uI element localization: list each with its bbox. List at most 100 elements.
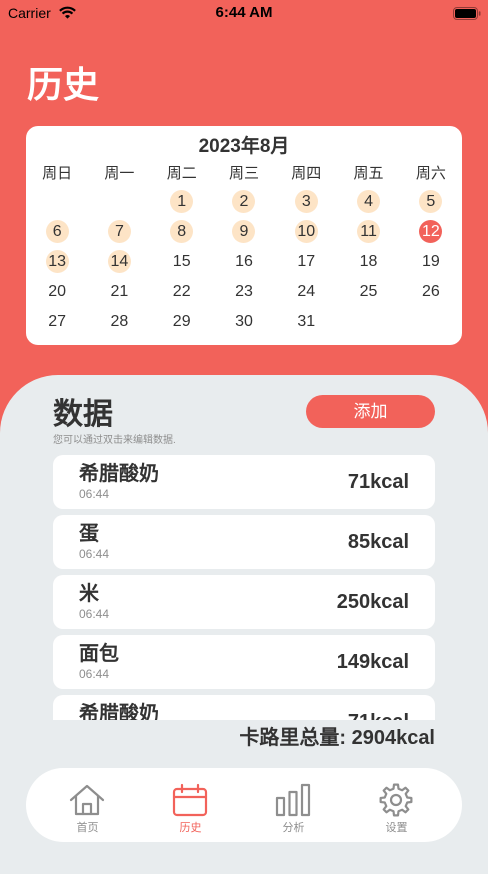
calendar-day-number: 15 — [172, 252, 191, 270]
calendar-card: 2023年8月 周日 周一 周二 周三 周四 周五 周六 1 2 3 4 5 6 7 8 9 10 11 12 13… — [26, 126, 462, 345]
calendar-day-9[interactable]: 9 — [213, 216, 275, 246]
add-entry-button[interactable]: 添加 — [306, 395, 435, 428]
food-entry-row[interactable]: 面包 06:44 149kcal — [53, 635, 435, 689]
entry-time: 06:44 — [79, 667, 110, 681]
app-screen: Carrier 6:44 AM 历史 2023年8月 周日 周一 周二 周三 周四 周五周… — [0, 0, 488, 874]
calorie-total: 卡路里总量: 2904kcal — [239, 727, 435, 749]
calendar-day-number: 28 — [110, 312, 129, 330]
calendar-day-number: 21 — [110, 282, 129, 300]
calendar-empty-cell — [337, 306, 399, 336]
calendar-day-6[interactable]: 6 — [26, 216, 88, 246]
gear-icon — [377, 783, 415, 817]
carrier-label: Carrier — [8, 5, 51, 21]
calendar-day-number: 24 — [297, 282, 316, 300]
weekday-label: 周六 — [415, 165, 446, 182]
calendar-day-number: 19 — [421, 252, 440, 270]
calendar-day-30[interactable]: 30 — [213, 306, 275, 336]
calendar-day-8[interactable]: 8 — [151, 216, 213, 246]
food-entry-row[interactable]: 希腊酸奶 06:44 71kcal — [53, 455, 435, 509]
calendar-day-number: 9 — [232, 219, 256, 243]
calendar-day-7[interactable]: 7 — [88, 216, 150, 246]
calendar-day-number: 31 — [297, 312, 316, 330]
entry-time: 06:44 — [79, 607, 110, 621]
calendar-day-number: 22 — [172, 282, 191, 300]
calendar-day-20[interactable]: 20 — [26, 276, 88, 306]
calendar-day-number: 8 — [170, 219, 194, 243]
calendar-day-27[interactable]: 27 — [26, 306, 88, 336]
calendar-day-12[interactable]: 12 — [400, 216, 462, 246]
bar-chart-icon — [274, 783, 312, 817]
calendar-day-15[interactable]: 15 — [151, 246, 213, 276]
calendar-empty-cell — [26, 186, 88, 216]
entry-calories: 85kcal — [347, 531, 409, 553]
calendar-day-number: 4 — [357, 189, 381, 213]
calendar-day-number: 29 — [172, 312, 191, 330]
calendar-day-22[interactable]: 22 — [151, 276, 213, 306]
calendar-day-25[interactable]: 25 — [337, 276, 399, 306]
calendar-day-2[interactable]: 2 — [213, 186, 275, 216]
tab-label: 设置 — [385, 822, 408, 834]
tab-label: 历史 — [179, 822, 202, 834]
calendar-empty-cell — [88, 186, 150, 216]
weekday-label: 周五 — [353, 165, 384, 182]
food-entry-row[interactable]: 蛋 06:44 85kcal — [53, 515, 435, 569]
battery-icon — [453, 7, 481, 20]
weekday-label: 周一 — [104, 165, 135, 182]
entry-calories: 71kcal — [347, 471, 409, 493]
food-entry-list[interactable]: 希腊酸奶 06:44 71kcal 蛋 06:44 85kcal 米 06:44 250kcal… — [53, 455, 435, 720]
calendar-day-11[interactable]: 11 — [337, 216, 399, 246]
entry-time: 06:44 — [79, 487, 110, 501]
calendar-day-18[interactable]: 18 — [337, 246, 399, 276]
food-entry-row[interactable]: 希腊酸奶 71kcal — [53, 695, 435, 720]
calendar-day-31[interactable]: 31 — [275, 306, 337, 336]
tab-calendar[interactable]: 历史 — [139, 768, 242, 842]
calendar-day-number: 16 — [235, 252, 253, 270]
weekday-header-row: 周日 周一 周二 周三 周四 周五 周六 — [26, 164, 462, 184]
calendar-day-23[interactable]: 23 — [213, 276, 275, 306]
calendar-day-number: 2 — [232, 189, 256, 213]
entry-time: 06:44 — [79, 547, 110, 561]
calendar-day-24[interactable]: 24 — [275, 276, 337, 306]
calendar-day-5[interactable]: 5 — [400, 186, 462, 216]
status-bar: Carrier 6:44 AM — [0, 0, 488, 26]
calendar-day-26[interactable]: 26 — [400, 276, 462, 306]
calendar-day-21[interactable]: 21 — [88, 276, 150, 306]
calendar-day-1[interactable]: 1 — [151, 186, 213, 216]
calendar-day-number: 12 — [419, 219, 443, 243]
calendar-day-10[interactable]: 10 — [275, 216, 337, 246]
calendar-day-13[interactable]: 13 — [26, 246, 88, 276]
calendar-day-4[interactable]: 4 — [337, 186, 399, 216]
home-icon — [68, 783, 106, 817]
calendar-day-number: 10 — [294, 219, 318, 243]
tab-label: 分析 — [282, 822, 305, 834]
calendar-day-14[interactable]: 14 — [88, 246, 150, 276]
calendar-day-3[interactable]: 3 — [275, 186, 337, 216]
tab-bar-chart[interactable]: 分析 — [242, 768, 345, 842]
weekday-label: 周二 — [166, 165, 197, 182]
calendar-day-number: 26 — [421, 282, 440, 300]
entry-name: 面包 — [79, 643, 119, 665]
calendar-day-number: 11 — [357, 219, 381, 243]
calendar-day-28[interactable]: 28 — [88, 306, 150, 336]
calendar-day-number: 30 — [235, 312, 253, 330]
tab-gear[interactable]: 设置 — [345, 768, 448, 842]
entry-name: 米 — [79, 583, 99, 605]
calendar-day-17[interactable]: 17 — [275, 246, 337, 276]
calendar-day-29[interactable]: 29 — [151, 306, 213, 336]
calendar-icon — [171, 783, 209, 817]
calendar-month-title: 2023年8月 — [198, 136, 290, 157]
calendar-day-number: 14 — [107, 249, 131, 273]
calendar-day-number: 18 — [359, 252, 378, 270]
calendar-day-number: 1 — [170, 189, 194, 213]
food-entry-row[interactable]: 米 06:44 250kcal — [53, 575, 435, 629]
tab-home[interactable]: 首页 — [36, 768, 139, 842]
calendar-day-16[interactable]: 16 — [213, 246, 275, 276]
calendar-day-number: 20 — [48, 282, 67, 300]
tab-bar: 首页 历史 分析 设置 — [26, 768, 462, 842]
status-time: 6:44 AM — [215, 4, 273, 21]
entry-calories: 71kcal — [348, 710, 409, 720]
calendar-day-number: 6 — [45, 219, 69, 243]
calendar-day-19[interactable]: 19 — [400, 246, 462, 276]
calendar-day-number: 23 — [235, 282, 253, 300]
entry-calories: 250kcal — [336, 591, 409, 613]
